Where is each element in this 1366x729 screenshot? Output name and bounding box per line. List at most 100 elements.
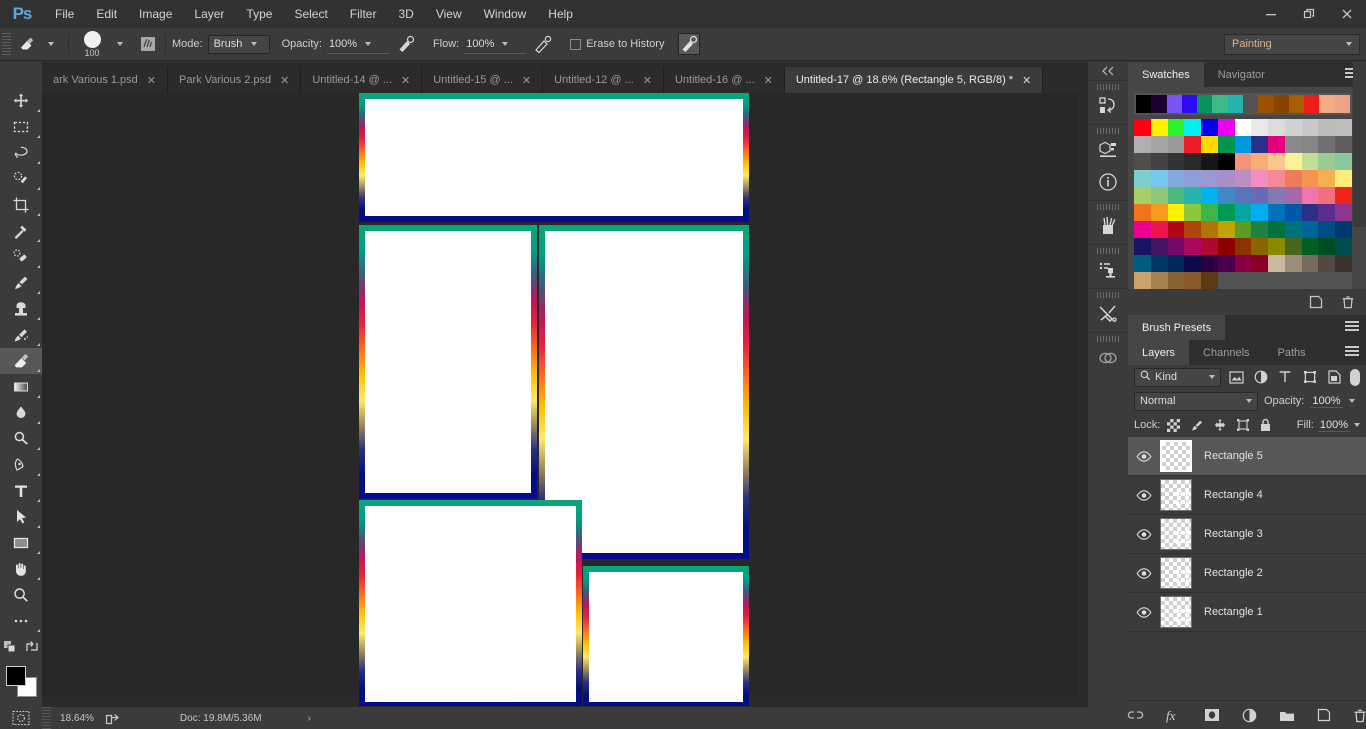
color-swatch[interactable] — [1218, 136, 1235, 153]
color-swatch[interactable] — [1285, 136, 1302, 153]
color-swatch[interactable] — [1168, 153, 1185, 170]
color-swatch[interactable] — [1251, 255, 1268, 272]
color-swatch[interactable] — [1184, 119, 1201, 136]
opacity-input[interactable]: 100% — [327, 35, 389, 54]
color-swatch[interactable] — [1184, 272, 1201, 289]
artwork-rectangle[interactable] — [359, 225, 537, 499]
eye-icon[interactable] — [1128, 568, 1160, 579]
color-swatch[interactable] — [1235, 255, 1252, 272]
color-swatch[interactable] — [1218, 153, 1235, 170]
color-swatch[interactable] — [1182, 95, 1197, 113]
color-swatch[interactable] — [1335, 119, 1352, 136]
filter-toggle[interactable] — [1350, 369, 1360, 386]
color-swatch[interactable] — [1251, 153, 1268, 170]
color-swatch[interactable] — [1318, 187, 1335, 204]
layer-filter-kind-select[interactable]: Kind — [1134, 368, 1221, 387]
new-adjustment-layer-icon[interactable] — [1242, 706, 1257, 724]
swap-colors-icon[interactable] — [25, 640, 39, 657]
rectangular-marquee-tool[interactable] — [0, 114, 42, 140]
color-swatch[interactable] — [1201, 255, 1218, 272]
color-swatch[interactable] — [1319, 95, 1334, 113]
history-brush-tool[interactable] — [0, 322, 42, 348]
pressure-opacity-icon[interactable] — [395, 33, 417, 55]
clone-stamp-tool[interactable] — [0, 296, 42, 322]
chevron-down-icon[interactable] — [1349, 399, 1355, 403]
crop-tool[interactable] — [0, 192, 42, 218]
color-swatch[interactable] — [1201, 187, 1218, 204]
color-swatch[interactable] — [1268, 170, 1285, 187]
color-swatch[interactable] — [1184, 136, 1201, 153]
color-swatch[interactable] — [1285, 221, 1302, 238]
color-swatch[interactable] — [1302, 153, 1319, 170]
color-swatch[interactable] — [1251, 238, 1268, 255]
color-swatch[interactable] — [1335, 204, 1352, 221]
color-swatch[interactable] — [1285, 204, 1302, 221]
color-swatch[interactable] — [1201, 170, 1218, 187]
panel-tab-swatches[interactable]: Swatches — [1128, 62, 1204, 87]
menu-help[interactable]: Help — [537, 0, 584, 28]
lock-image-pixels-icon[interactable] — [1187, 416, 1206, 435]
new-group-icon[interactable] — [1279, 706, 1295, 724]
toggle-brush-panel-icon[interactable] — [137, 33, 159, 55]
document-tab[interactable]: Untitled-12 @ ...✕ — [543, 67, 664, 93]
rectangle-tool[interactable] — [0, 530, 42, 556]
color-swatch[interactable] — [1134, 272, 1151, 289]
color-swatch[interactable] — [1184, 238, 1201, 255]
document-tab-active[interactable]: Untitled-17 @ 18.6% (Rectangle 5, RGB/8)… — [785, 67, 1043, 93]
color-swatch[interactable] — [1134, 136, 1151, 153]
color-swatch[interactable] — [1304, 95, 1319, 113]
close-icon[interactable]: ✕ — [401, 74, 410, 87]
color-swatch[interactable] — [1235, 136, 1252, 153]
color-swatch[interactable] — [1151, 95, 1166, 113]
share-icon[interactable] — [102, 707, 124, 729]
brush-tool[interactable] — [0, 270, 42, 296]
eye-icon[interactable] — [1128, 490, 1160, 501]
artwork-rectangle[interactable] — [583, 566, 749, 706]
move-tool[interactable] — [0, 88, 42, 114]
close-icon[interactable]: ✕ — [764, 74, 773, 87]
color-swatch[interactable] — [1318, 153, 1335, 170]
quick-mask-icon[interactable] — [0, 705, 42, 729]
color-swatch[interactable] — [1168, 119, 1185, 136]
erase-to-history-checkbox[interactable]: Erase to History — [570, 38, 664, 50]
color-swatch[interactable] — [1168, 170, 1185, 187]
brush-preset-picker[interactable]: 100 — [75, 29, 109, 60]
canvas-vertical-scrollbar[interactable] — [1078, 93, 1088, 696]
new-layer-icon[interactable] — [1317, 706, 1331, 724]
pressure-size-icon[interactable] — [678, 33, 700, 55]
layer-thumbnail[interactable] — [1160, 479, 1192, 511]
color-swatch[interactable] — [1134, 187, 1151, 204]
lasso-tool[interactable] — [0, 140, 42, 166]
color-swatch[interactable] — [1228, 95, 1243, 113]
menu-view[interactable]: View — [425, 0, 473, 28]
color-swatch[interactable] — [1251, 204, 1268, 221]
restore-button[interactable] — [1290, 0, 1328, 28]
color-swatch[interactable] — [1251, 187, 1268, 204]
panel-tab-brush-presets[interactable]: Brush Presets — [1128, 315, 1225, 340]
color-swatch[interactable] — [1134, 119, 1151, 136]
type-layer-filter-icon[interactable] — [1276, 368, 1295, 387]
eraser-icon[interactable] — [14, 31, 40, 57]
layer-style-fx-icon[interactable]: fx — [1166, 706, 1182, 724]
foreground-background-colors[interactable] — [0, 661, 42, 701]
color-swatch[interactable] — [1285, 238, 1302, 255]
color-swatch[interactable] — [1251, 221, 1268, 238]
color-swatch[interactable] — [1218, 187, 1235, 204]
brush-picker-chevron-icon[interactable] — [109, 33, 131, 55]
color-swatch[interactable] — [1268, 221, 1285, 238]
color-swatch[interactable] — [1136, 95, 1151, 113]
layer-thumbnail[interactable] — [1160, 557, 1192, 589]
color-swatch[interactable] — [1151, 136, 1168, 153]
color-swatch[interactable] — [1285, 119, 1302, 136]
color-swatch[interactable] — [1318, 238, 1335, 255]
color-swatch[interactable] — [1335, 136, 1352, 153]
panel-tab-navigator[interactable]: Navigator — [1204, 62, 1279, 87]
layers-scrollbar[interactable] — [1353, 62, 1366, 227]
layer-thumbnail[interactable] — [1160, 596, 1192, 628]
eye-icon[interactable] — [1128, 529, 1160, 540]
color-swatch[interactable] — [1318, 204, 1335, 221]
color-swatch[interactable] — [1151, 119, 1168, 136]
smart-object-filter-icon[interactable] — [1325, 368, 1344, 387]
blur-tool[interactable] — [0, 400, 42, 426]
close-icon[interactable]: ✕ — [280, 74, 289, 87]
